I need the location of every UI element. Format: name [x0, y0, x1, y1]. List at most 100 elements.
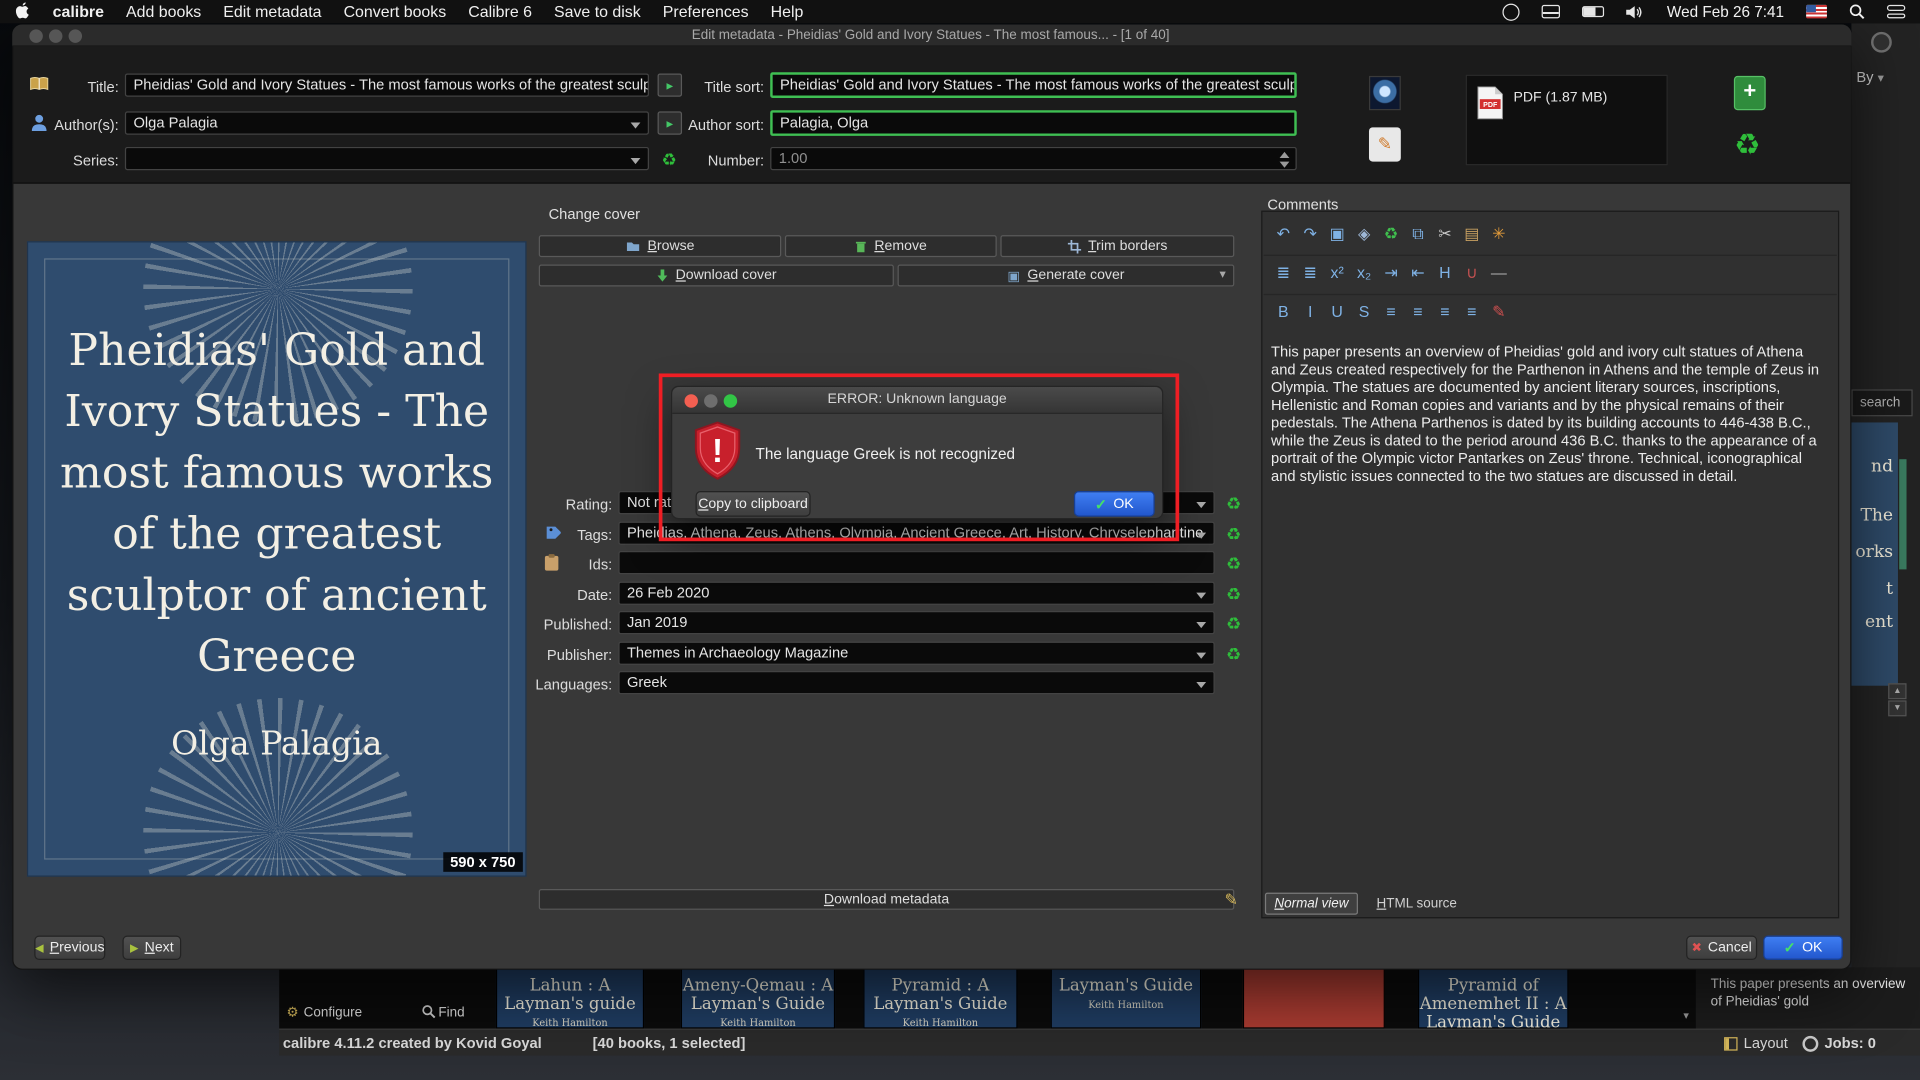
clean-icon[interactable]: ✳ [1487, 222, 1511, 246]
italic-icon[interactable]: I [1298, 300, 1322, 324]
airplay-icon[interactable] [1503, 3, 1520, 20]
outdent-icon[interactable]: ⇤ [1406, 261, 1430, 285]
menu-edit-metadata[interactable]: Edit metadata [223, 2, 321, 20]
align-right-icon[interactable]: ≡ [1433, 300, 1457, 324]
published-reset-button[interactable]: ♻ [1223, 612, 1244, 634]
details-collapse-button[interactable]: ▾ [1678, 1007, 1695, 1024]
undo-icon[interactable]: ↶ [1271, 222, 1295, 246]
formats-box[interactable]: PDF PDF (1.87 MB) [1466, 75, 1668, 166]
redo-icon[interactable]: ↷ [1298, 222, 1322, 246]
browse-cover-button[interactable]: Browse [539, 235, 781, 257]
menu-clock[interactable]: Wed Feb 26 7:41 [1667, 3, 1784, 20]
publisher-reset-button[interactable]: ♻ [1223, 643, 1244, 665]
menu-convert-books[interactable]: Convert books [344, 2, 447, 20]
minimize-window-button[interactable] [49, 29, 62, 42]
publisher-combo[interactable]: Themes in Archaeology Magazine [618, 642, 1214, 665]
zoom-window-button[interactable] [69, 29, 82, 42]
series-combo[interactable] [125, 147, 649, 170]
title-sort-field[interactable]: Pheidias' Gold and Ivory Statues - The m… [770, 72, 1297, 98]
subscript-icon[interactable]: x₂ [1352, 261, 1376, 285]
languages-combo[interactable]: Greek [618, 671, 1214, 694]
number-step-up[interactable] [1280, 152, 1290, 158]
menu-preferences[interactable]: Preferences [663, 2, 749, 20]
scroll-up-button[interactable]: ▲ [1888, 683, 1906, 699]
menu-add-books[interactable]: Add books [126, 2, 201, 20]
underline-icon[interactable]: U [1325, 300, 1349, 324]
menu-app-name[interactable]: calibre [53, 2, 104, 20]
cut-icon[interactable]: ✂ [1433, 222, 1457, 246]
series-reset-button[interactable]: ♻ [659, 148, 680, 170]
dialog-zoom-button[interactable] [724, 394, 737, 407]
sort-by-control[interactable]: By ▾ [1856, 69, 1883, 86]
apple-menu-icon[interactable] [15, 2, 31, 20]
dialog-minimize-button[interactable] [704, 394, 717, 407]
generate-cover-button[interactable]: ▣ Generate cover ▾ [898, 264, 1235, 286]
horizontal-rule-icon[interactable]: — [1487, 261, 1511, 285]
activity-badge[interactable] [1871, 32, 1892, 53]
book-cover[interactable]: Lahun : A Layman's guideKeith Hamilton [496, 967, 644, 1028]
cancel-button[interactable]: ✖ Cancel [1686, 936, 1757, 960]
menu-calibre6[interactable]: Calibre 6 [468, 2, 532, 20]
book-cover[interactable] [1243, 967, 1385, 1028]
ids-reset-button[interactable]: ♻ [1223, 552, 1244, 574]
ids-field[interactable] [618, 551, 1214, 574]
rating-reset-button[interactable]: ♻ [1223, 492, 1244, 514]
copy-title-to-sort-button[interactable]: ► [658, 73, 682, 96]
ok-button[interactable]: ✓ OK [1763, 936, 1843, 960]
copy-to-clipboard-button[interactable]: Copy to clipboard [696, 491, 811, 517]
error-ok-button[interactable]: ✓ OK [1074, 491, 1155, 517]
configure-button[interactable]: Configure [304, 1005, 362, 1020]
align-left-icon[interactable]: ≡ [1379, 300, 1403, 324]
spotlight-icon[interactable] [1849, 4, 1865, 20]
download-metadata-button[interactable]: Download metadata [539, 889, 1235, 910]
book-cover[interactable]: Pyramid : A Layman's GuideKeith Hamilton [863, 967, 1017, 1028]
align-center-icon[interactable]: ≡ [1406, 300, 1430, 324]
book-cover[interactable]: Layman's GuideKeith Hamilton [1051, 967, 1202, 1028]
keyboard-icon[interactable] [1542, 5, 1560, 18]
menu-save-to-disk[interactable]: Save to disk [554, 2, 641, 20]
bold-icon[interactable]: B [1271, 300, 1295, 324]
download-cover-button[interactable]: Download cover [539, 264, 894, 286]
edit-cover-icon[interactable]: ✎ [1369, 127, 1401, 161]
author-sort-field[interactable]: Palagia, Olga [770, 110, 1297, 136]
indent-icon[interactable]: ⇥ [1379, 261, 1403, 285]
restore-formats-button[interactable]: ♻ [1729, 127, 1766, 164]
date-combo[interactable]: 26 Feb 2020 [618, 582, 1214, 605]
configure-metadata-download-icon[interactable]: ✎ [1224, 890, 1237, 910]
refresh-icon[interactable]: ♻ [1379, 222, 1403, 246]
book-cover-preview[interactable]: Pheidias' Gold and Ivory Statues - The m… [27, 241, 527, 877]
comments-text[interactable]: This paper presents an overview of Pheid… [1271, 343, 1824, 879]
battery-icon[interactable] [1582, 6, 1604, 17]
book-cover[interactable]: Pyramid of Amenemhet II : A Layman's Gui… [1418, 967, 1569, 1028]
align-justify-icon[interactable]: ≡ [1460, 300, 1484, 324]
control-center-icon[interactable] [1887, 5, 1905, 18]
tab-html-source[interactable]: HTML source [1367, 893, 1467, 915]
previous-button[interactable]: ◀ Previous [34, 936, 105, 960]
remove-cover-button[interactable]: Remove [785, 235, 997, 257]
tab-normal-view[interactable]: Normal view [1265, 893, 1358, 915]
close-window-button[interactable] [29, 29, 42, 42]
authors-combo[interactable]: Olga Palagia [125, 111, 649, 134]
title-field[interactable]: Pheidias' Gold and Ivory Statues - The m… [125, 73, 649, 96]
strikethrough-icon[interactable]: S [1352, 300, 1376, 324]
add-format-button[interactable]: + [1734, 76, 1766, 110]
volume-icon[interactable] [1627, 4, 1645, 19]
find-button[interactable]: Find [438, 1005, 464, 1020]
date-reset-button[interactable]: ♻ [1223, 583, 1244, 605]
superscript-icon[interactable]: x² [1325, 261, 1349, 285]
dialog-close-button[interactable] [684, 394, 697, 407]
insert-image-icon[interactable]: ▣ [1325, 222, 1349, 246]
number-step-down[interactable] [1280, 162, 1290, 168]
next-button[interactable]: ▶ Next [122, 936, 181, 960]
tags-combo[interactable]: Pheidias, Athena, Zeus, Athens, Olympia,… [618, 522, 1214, 545]
paste-icon[interactable]: ▤ [1460, 222, 1484, 246]
layout-button[interactable]: Layout [1744, 1035, 1788, 1052]
heading-icon[interactable]: H [1433, 261, 1457, 285]
series-number-field[interactable]: 1.00 [770, 147, 1297, 170]
book-cover[interactable]: Ameny-Qemau : A Layman's GuideKeith Hami… [681, 967, 835, 1028]
input-source-flag-icon[interactable] [1806, 5, 1827, 18]
bullet-list-icon[interactable]: ≣ [1298, 261, 1322, 285]
scroll-down-button[interactable]: ▼ [1888, 700, 1906, 716]
ordered-list-icon[interactable]: ≣ [1271, 261, 1295, 285]
search-bar-fragment[interactable]: search [1851, 389, 1912, 416]
